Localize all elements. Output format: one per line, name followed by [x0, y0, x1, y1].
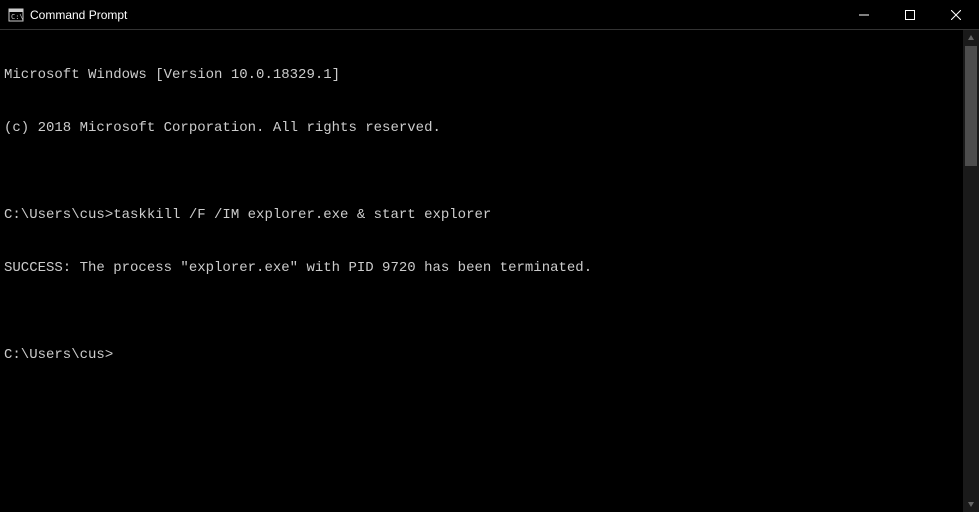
terminal-line: Microsoft Windows [Version 10.0.18329.1] [4, 67, 959, 85]
terminal-output[interactable]: Microsoft Windows [Version 10.0.18329.1]… [0, 30, 963, 512]
app-icon: C:\ [8, 7, 24, 23]
terminal-line: (c) 2018 Microsoft Corporation. All righ… [4, 120, 959, 138]
window-title: Command Prompt [30, 8, 127, 22]
terminal-line: C:\Users\cus>taskkill /F /IM explorer.ex… [4, 207, 959, 225]
scroll-up-button[interactable] [963, 30, 979, 46]
terminal-area: Microsoft Windows [Version 10.0.18329.1]… [0, 30, 979, 512]
minimize-button[interactable] [841, 0, 887, 29]
close-button[interactable] [933, 0, 979, 29]
cursor [113, 349, 121, 363]
window-controls [841, 0, 979, 29]
scrollbar-track[interactable] [963, 46, 979, 496]
maximize-button[interactable] [887, 0, 933, 29]
terminal-prompt-line: C:\Users\cus> [4, 347, 959, 365]
terminal-line: SUCCESS: The process "explorer.exe" with… [4, 260, 959, 278]
svg-text:C:\: C:\ [11, 13, 24, 21]
vertical-scrollbar[interactable] [963, 30, 979, 512]
scrollbar-thumb[interactable] [965, 46, 977, 166]
scroll-down-button[interactable] [963, 496, 979, 512]
terminal-prompt: C:\Users\cus> [4, 347, 113, 363]
window-titlebar: C:\ Command Prompt [0, 0, 979, 30]
